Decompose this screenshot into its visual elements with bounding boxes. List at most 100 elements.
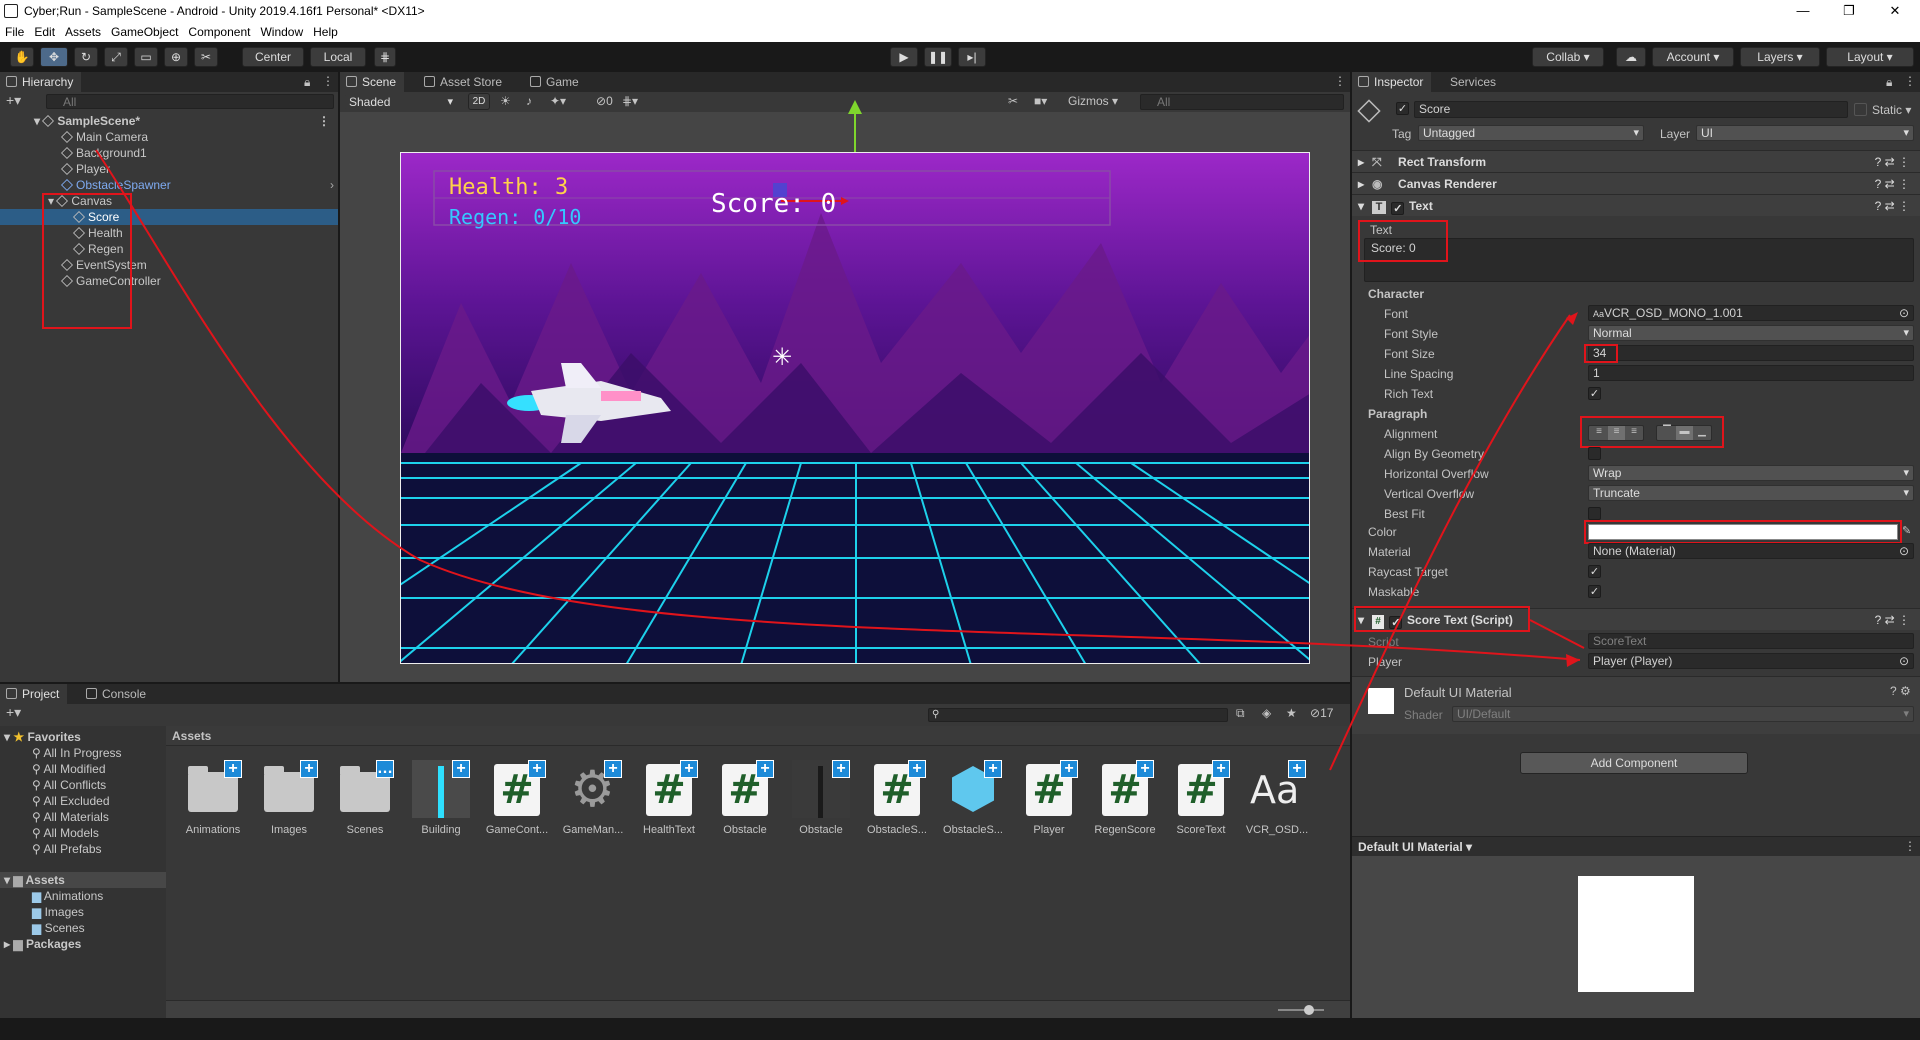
- scene-search-input[interactable]: All: [1140, 94, 1344, 110]
- hidden-count-icon[interactable]: ⊘0: [596, 94, 613, 108]
- light-icon[interactable]: ☀: [500, 94, 511, 108]
- chevron-right-icon[interactable]: ›: [330, 177, 334, 193]
- create-plus-icon[interactable]: +▾: [6, 92, 21, 109]
- static-label[interactable]: Static ▾: [1872, 102, 1911, 118]
- favorite-star-icon[interactable]: ★: [1286, 706, 1297, 720]
- transform-tool-icon[interactable]: ⊕: [164, 47, 188, 67]
- zoom-slider-handle[interactable]: [1304, 1005, 1314, 1015]
- folder-item-animations[interactable]: ▆ Animations: [32, 888, 103, 904]
- asset-vcr-osd-font[interactable]: Aa + VCR_OSD...: [1242, 760, 1312, 836]
- tab-inspector[interactable]: Inspector: [1352, 72, 1432, 92]
- tools-icon[interactable]: ✂: [1008, 94, 1018, 108]
- material-field[interactable]: None (Material) ⊙: [1588, 543, 1914, 559]
- component-options-icon[interactable]: ? ⇄ ⋮: [1875, 151, 1910, 173]
- rich-text-checkbox[interactable]: ✓: [1588, 387, 1601, 400]
- asset-animations[interactable]: + Animations: [178, 760, 248, 836]
- zoom-slider-track[interactable]: [1278, 1009, 1324, 1011]
- asset-scenes[interactable]: … Scenes: [330, 760, 400, 836]
- material-options-icon[interactable]: ? ⚙: [1890, 684, 1911, 698]
- folder-item-scenes[interactable]: ▆ Scenes: [32, 920, 85, 936]
- panel-menu-icon[interactable]: ⋮: [1904, 839, 1916, 853]
- panel-menu-icon[interactable]: ⋮: [1334, 74, 1346, 88]
- account-dropdown[interactable]: Account ▾: [1652, 47, 1734, 67]
- player-field[interactable]: Player (Player) ⊙: [1588, 653, 1914, 669]
- favorite-all-in-progress[interactable]: ⚲ All In Progress: [32, 745, 122, 761]
- asset-obstaclespawner-prefab[interactable]: + ObstacleS...: [938, 760, 1008, 836]
- favorite-all-conflicts[interactable]: ⚲ All Conflicts: [32, 777, 106, 793]
- camera-icon[interactable]: ■▾: [1034, 94, 1047, 108]
- pivot-center-button[interactable]: Center: [242, 47, 304, 67]
- asset-regenscore[interactable]: # + RegenScore: [1090, 760, 1160, 836]
- tab-services[interactable]: Services: [1442, 72, 1504, 92]
- menu-gameobject[interactable]: GameObject: [106, 22, 183, 39]
- step-button[interactable]: ▸|: [958, 47, 986, 67]
- component-options-icon[interactable]: ? ⇄ ⋮: [1875, 609, 1910, 631]
- menu-assets[interactable]: Assets: [60, 22, 106, 39]
- font-field[interactable]: AaVCR_OSD_MONO_1.001 ⊙: [1588, 305, 1914, 321]
- layout-dropdown[interactable]: Layout ▾: [1826, 47, 1914, 67]
- pivot-local-button[interactable]: Local: [310, 47, 366, 67]
- folder-item-images[interactable]: ▆ Images: [32, 904, 84, 920]
- maskable-checkbox[interactable]: ✓: [1588, 585, 1601, 598]
- filter-label-icon[interactable]: ◈: [1262, 706, 1271, 720]
- rotate-tool-icon[interactable]: ↻: [74, 47, 98, 67]
- grid-icon[interactable]: ⋕▾: [622, 94, 638, 108]
- asset-obstacle-sprite[interactable]: + Obstacle: [786, 760, 856, 836]
- align-geometry-checkbox[interactable]: [1588, 447, 1601, 460]
- component-options-icon[interactable]: ? ⇄ ⋮: [1875, 173, 1910, 195]
- breadcrumb[interactable]: Assets: [172, 729, 211, 743]
- panel-menu-icon[interactable]: ⋮: [1904, 74, 1916, 88]
- play-button[interactable]: ▶: [890, 47, 918, 67]
- tag-dropdown[interactable]: Untagged: [1418, 125, 1644, 141]
- lock-icon[interactable]: 🔒︎: [1886, 75, 1892, 90]
- asset-gamecontroller[interactable]: # + GameCont...: [482, 760, 552, 836]
- canvas-renderer-header[interactable]: ▸ ◉ Canvas Renderer? ⇄ ⋮: [1352, 172, 1920, 194]
- asset-obstacle-script[interactable]: # + Obstacle: [710, 760, 780, 836]
- asset-scoretext[interactable]: # + ScoreText: [1166, 760, 1236, 836]
- asset-obstaclespawner-script[interactable]: # + ObstacleS...: [862, 760, 932, 836]
- object-picker-icon[interactable]: ⊙: [1899, 654, 1909, 668]
- gizmos-dropdown[interactable]: Gizmos ▾: [1068, 94, 1118, 108]
- vertical-overflow-dropdown[interactable]: Truncate: [1588, 485, 1914, 501]
- project-search-input[interactable]: ⚲: [928, 708, 1228, 722]
- font-size-field[interactable]: 34: [1588, 345, 1914, 361]
- rect-transform-header[interactable]: ▸ ⤧ Rect Transform? ⇄ ⋮: [1352, 150, 1920, 172]
- menu-edit[interactable]: Edit: [29, 22, 60, 39]
- rect-tool-icon[interactable]: ▭: [134, 47, 158, 67]
- hierarchy-item-obstacle-spawner[interactable]: ObstacleSpawner ›: [60, 177, 338, 193]
- favorite-all-materials[interactable]: ⚲ All Materials: [32, 809, 109, 825]
- component-options-icon[interactable]: ? ⇄ ⋮: [1875, 195, 1910, 217]
- shading-dropdown[interactable]: Shaded: [344, 94, 458, 110]
- asset-player[interactable]: # + Player: [1014, 760, 1084, 836]
- text-enabled-checkbox[interactable]: ✓: [1391, 202, 1405, 215]
- scale-tool-icon[interactable]: ⤢: [104, 47, 128, 67]
- tab-hierarchy[interactable]: Hierarchy: [0, 72, 82, 92]
- line-spacing-field[interactable]: 1: [1588, 365, 1914, 381]
- hierarchy-item-player[interactable]: Player: [60, 161, 110, 177]
- asset-images[interactable]: + Images: [254, 760, 324, 836]
- collab-button[interactable]: Collab ▾: [1532, 47, 1604, 67]
- assets-root-item[interactable]: ▾ ▆ Assets: [0, 872, 166, 888]
- active-checkbox[interactable]: ✓: [1396, 102, 1409, 115]
- packages-item[interactable]: ▸ ▆ Packages: [4, 936, 81, 952]
- custom-tool-icon[interactable]: ✂: [194, 47, 218, 67]
- best-fit-checkbox[interactable]: [1588, 507, 1601, 520]
- maximize-icon[interactable]: ❐: [1826, 0, 1872, 22]
- preview-title[interactable]: Default UI Material ▾: [1358, 840, 1472, 854]
- menu-window[interactable]: Window: [255, 22, 308, 39]
- minimize-icon[interactable]: —: [1780, 0, 1826, 22]
- scene-menu-icon[interactable]: ⋮: [318, 113, 330, 129]
- asset-building[interactable]: + Building: [406, 760, 476, 836]
- close-icon[interactable]: ✕: [1872, 0, 1918, 22]
- menu-component[interactable]: Component: [183, 22, 255, 39]
- pause-button[interactable]: ❚❚: [924, 47, 952, 67]
- hierarchy-item-background1[interactable]: Background1: [60, 145, 147, 161]
- favorite-all-models[interactable]: ⚲ All Models: [32, 825, 99, 841]
- create-plus-icon[interactable]: +▾: [6, 704, 21, 721]
- tab-scene[interactable]: Scene: [340, 72, 405, 92]
- layer-dropdown[interactable]: UI: [1696, 125, 1914, 141]
- hierarchy-search-input[interactable]: All: [46, 94, 334, 109]
- object-name-field[interactable]: Score: [1414, 101, 1848, 118]
- 2d-toggle[interactable]: 2D: [468, 93, 490, 110]
- asset-gamemanager[interactable]: ⚙ + GameMan...: [558, 760, 628, 836]
